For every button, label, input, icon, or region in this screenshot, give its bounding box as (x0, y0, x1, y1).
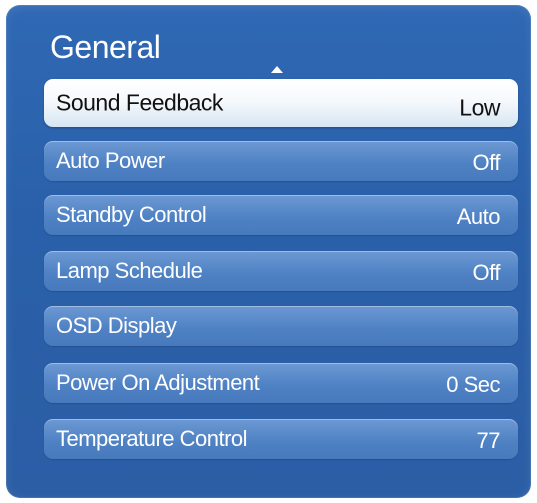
menu-item-label: OSD Display (56, 313, 177, 338)
menu-item-value: Auto (456, 204, 501, 229)
menu-item-temperature-control[interactable]: Temperature Control 77 (44, 419, 518, 459)
menu-item-label: Power On Adjustment (56, 370, 260, 395)
menu-item-label: Auto Power (56, 148, 165, 173)
general-menu-panel: General Sound Feedback Low Auto Power Of… (6, 5, 531, 498)
menu-item-power-on-adjustment[interactable]: Power On Adjustment 0 Sec (44, 363, 518, 403)
menu-item-value: Off (472, 150, 501, 175)
menu-item-osd-display[interactable]: OSD Display (44, 306, 518, 346)
menu-item-label: Temperature Control (56, 426, 248, 451)
up-arrow-icon[interactable] (271, 66, 283, 73)
menu-item-value: Off (472, 260, 501, 285)
menu-title: General (50, 29, 161, 65)
menu-item-auto-power[interactable]: Auto Power Off (44, 141, 518, 181)
menu-item-value: 77 (476, 428, 501, 453)
menu-item-lamp-schedule[interactable]: Lamp Schedule Off (44, 251, 518, 291)
menu-item-value: 0 Sec (446, 372, 500, 397)
menu-item-label: Lamp Schedule (56, 258, 203, 283)
menu-item-value: Low (459, 94, 500, 121)
menu-item-sound-feedback[interactable]: Sound Feedback Low (44, 79, 518, 127)
menu-item-standby-control[interactable]: Standby Control Auto (44, 195, 518, 235)
menu-item-label: Sound Feedback (56, 89, 223, 116)
menu-item-label: Standby Control (56, 202, 207, 227)
